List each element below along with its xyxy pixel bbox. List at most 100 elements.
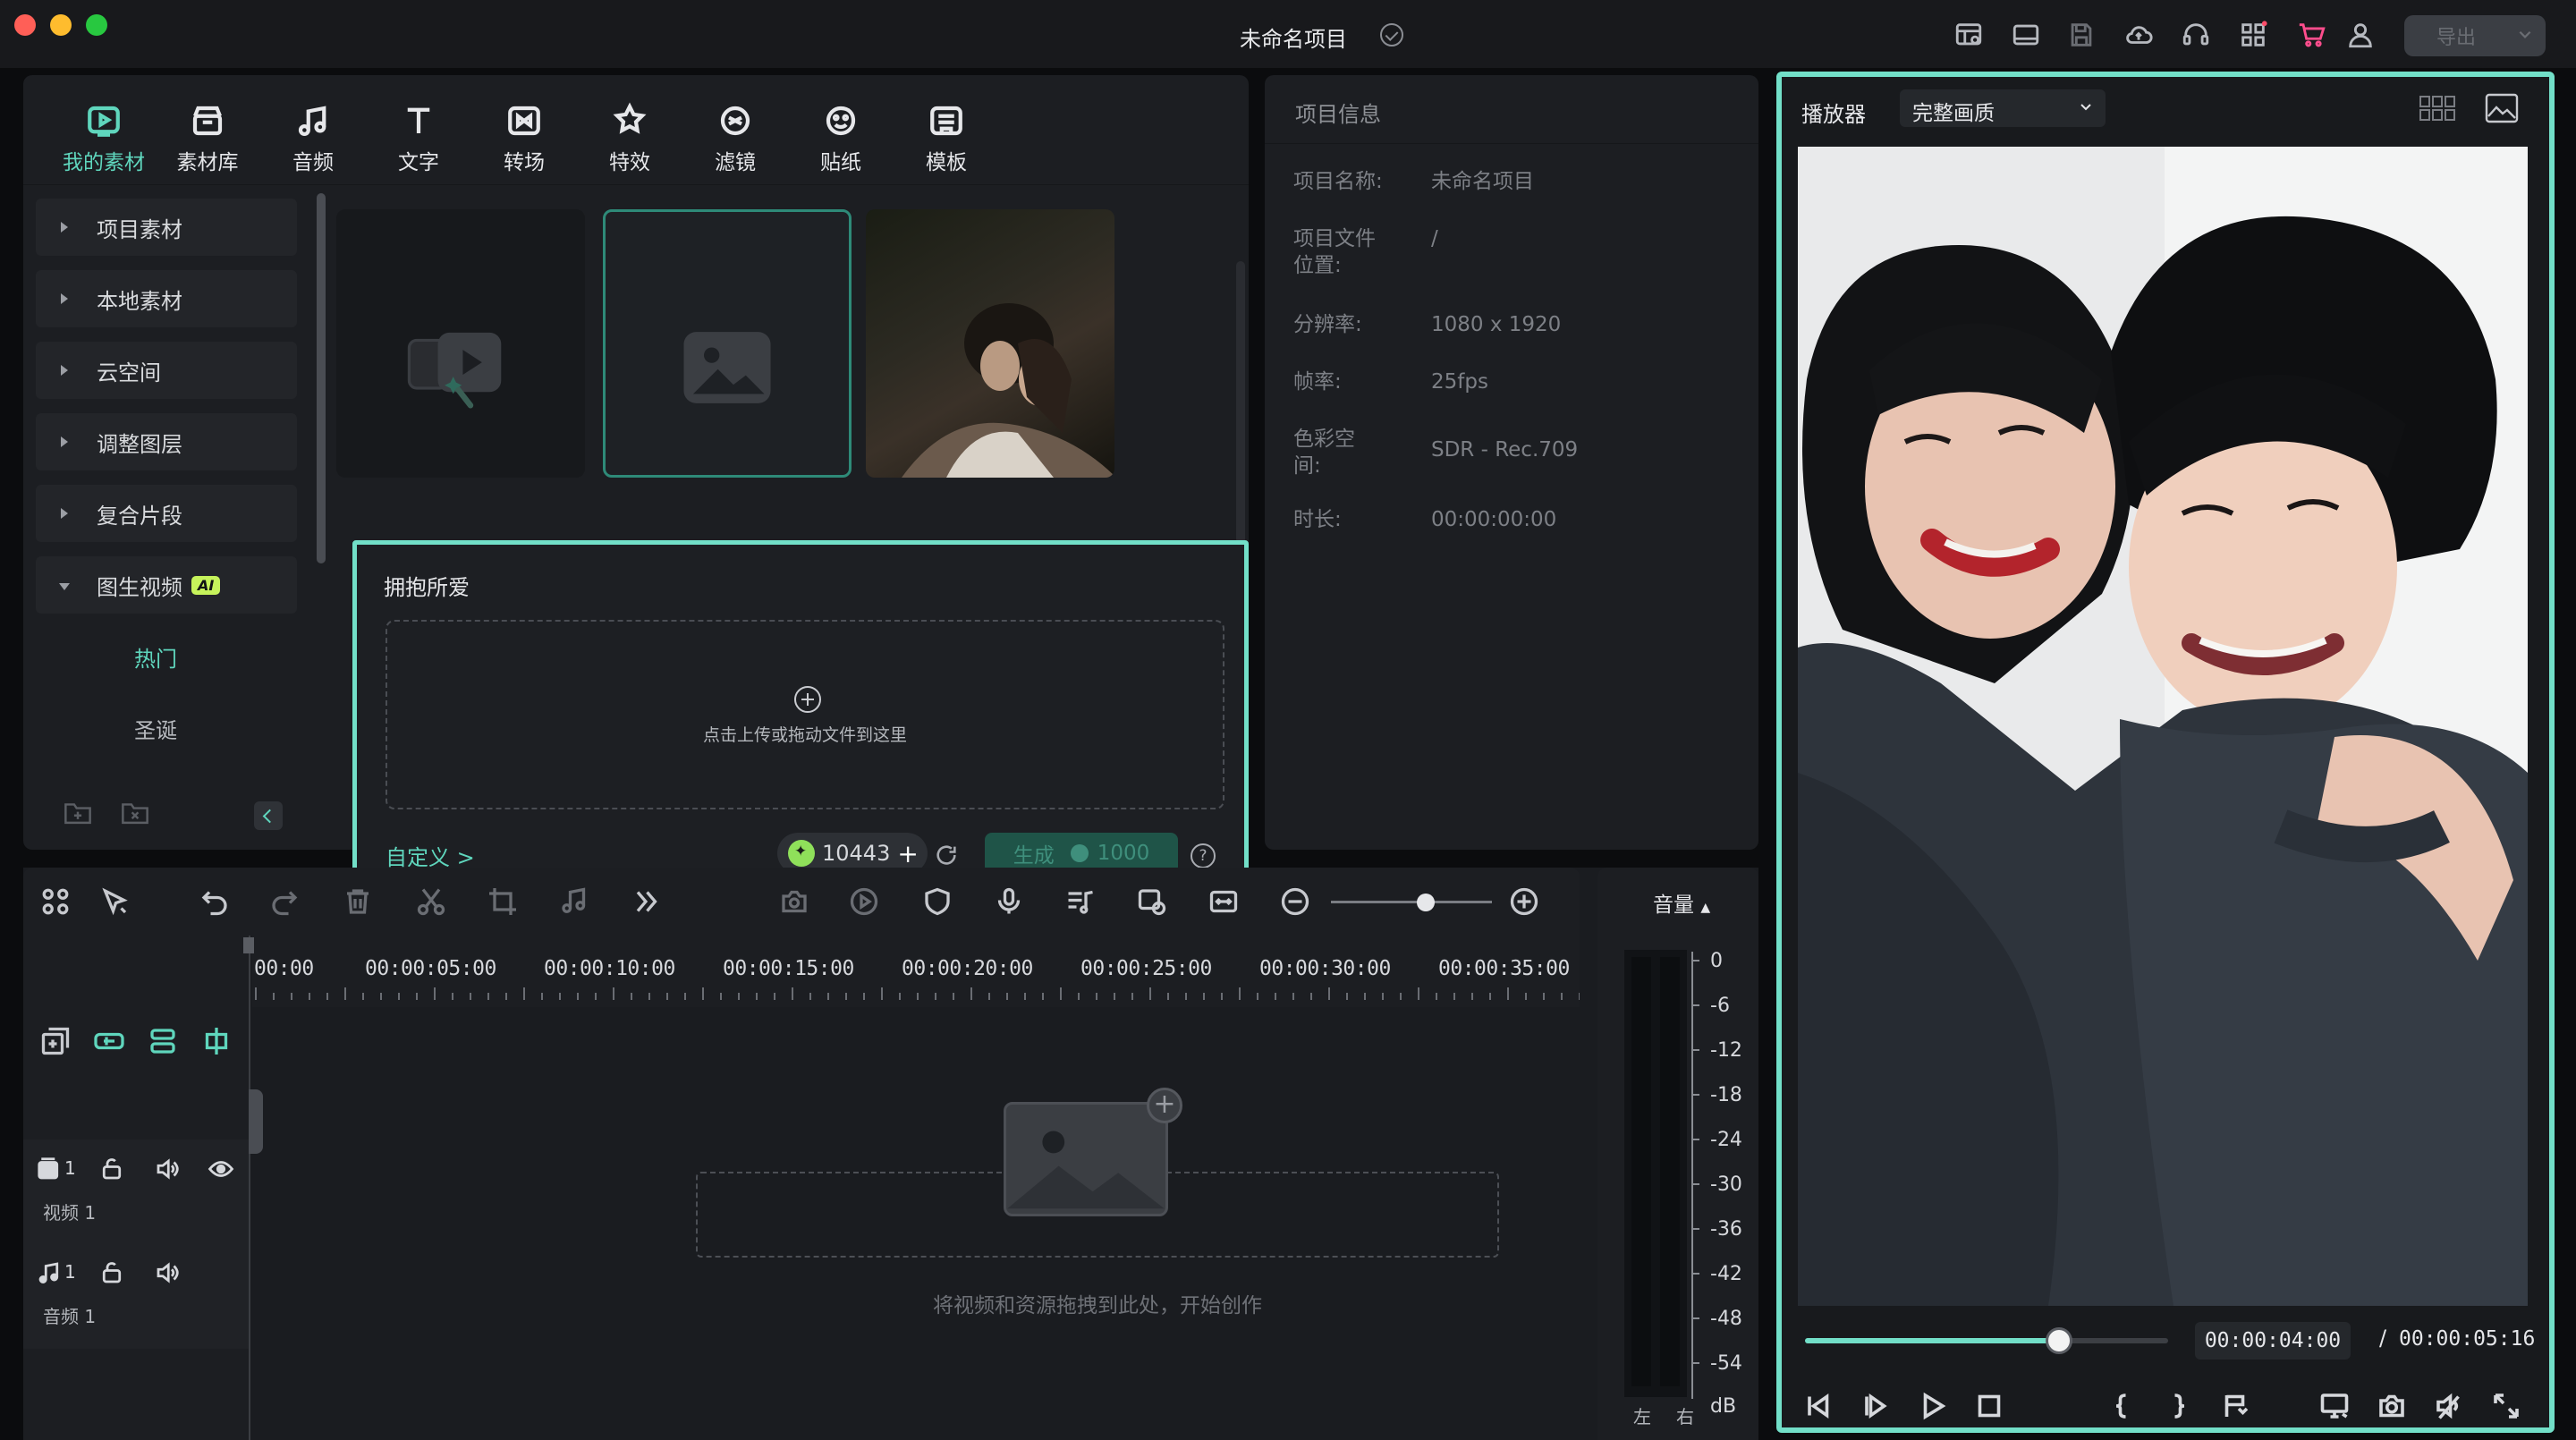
tab-effects[interactable]: 特效	[585, 102, 674, 174]
layout-panels-icon[interactable]	[1953, 20, 1984, 50]
volume-icon[interactable]	[154, 1156, 181, 1182]
marker-button[interactable]	[2220, 1390, 2252, 1422]
playhead-marker[interactable]	[243, 937, 254, 953]
audio-edit-button[interactable]	[558, 885, 590, 918]
delete-folder-icon[interactable]	[120, 800, 150, 826]
category-local-media[interactable]: 本地素材	[36, 270, 297, 327]
grid-view-icon[interactable]	[2419, 95, 2456, 122]
zoom-slider-knob[interactable]	[1417, 894, 1435, 911]
ai-generate-thumbnail[interactable]	[336, 209, 585, 478]
ruler-label: 00:00:10:00	[544, 957, 675, 980]
progress-knob[interactable]	[2046, 1327, 2073, 1354]
select-tool-button[interactable]	[98, 885, 131, 918]
playback-tool-button[interactable]	[848, 885, 880, 918]
audio-mixer-button[interactable]	[1064, 885, 1097, 918]
refresh-icon[interactable]	[934, 843, 959, 868]
tab-template[interactable]: 模板	[902, 102, 991, 174]
custom-link[interactable]: 自定义 >	[386, 840, 475, 871]
image-placeholder-thumbnail[interactable]	[603, 209, 852, 478]
stop-icon	[1978, 1394, 2001, 1418]
collapse-sidebar-button[interactable]	[254, 801, 283, 830]
add-track-button[interactable]	[39, 1025, 72, 1057]
cloud-icon[interactable]	[2123, 20, 2154, 50]
track-resize-handle[interactable]	[249, 1089, 263, 1154]
mark-out-button[interactable]	[2163, 1390, 2195, 1422]
window-minimize-button[interactable]	[50, 14, 72, 36]
playhead-line[interactable]	[249, 936, 250, 1440]
lock-icon[interactable]	[98, 1156, 125, 1182]
db-unit: dB	[1710, 1395, 1737, 1418]
tab-my-media[interactable]: 我的素材	[59, 102, 148, 174]
window-icon[interactable]	[2011, 20, 2041, 50]
more-tools-button[interactable]	[630, 885, 662, 918]
export-button[interactable]: 导出	[2404, 15, 2546, 56]
snapshot-view-icon[interactable]	[2485, 93, 2519, 123]
snapshot-button[interactable]	[2376, 1390, 2408, 1422]
quality-select[interactable]: 完整画质	[1900, 89, 2106, 127]
previous-frame-button[interactable]	[1801, 1390, 1834, 1422]
media-scrollbar[interactable]	[1236, 261, 1245, 544]
couple-photo-thumbnail[interactable]	[866, 209, 1114, 478]
help-icon[interactable]: ?	[1191, 843, 1216, 868]
window-maximize-button[interactable]	[86, 14, 107, 36]
category-scrollbar[interactable]	[317, 193, 326, 563]
tab-label: 文字	[398, 151, 439, 174]
new-folder-icon[interactable]	[63, 800, 93, 826]
current-time[interactable]: 00:00:04:00	[2195, 1322, 2351, 1360]
undo-button[interactable]	[199, 885, 231, 918]
zoom-slider[interactable]	[1331, 901, 1492, 903]
eye-icon[interactable]	[208, 1156, 234, 1182]
apps-icon[interactable]	[2238, 20, 2268, 50]
lock-icon[interactable]	[98, 1259, 125, 1286]
subcategory-christmas[interactable]: 圣诞	[36, 699, 297, 757]
display-button[interactable]	[2318, 1390, 2351, 1422]
cart-icon[interactable]	[2297, 20, 2327, 50]
split-button[interactable]	[415, 885, 447, 918]
save-icon[interactable]	[2066, 20, 2097, 50]
tab-filter[interactable]: 滤镜	[691, 102, 780, 174]
channel-left-label: 左	[1633, 1406, 1651, 1427]
link-button[interactable]	[93, 1025, 125, 1057]
redo-button[interactable]	[268, 885, 301, 918]
shield-button[interactable]	[921, 885, 953, 918]
play-button[interactable]	[1916, 1390, 1948, 1422]
category-compound-clip[interactable]: 复合片段	[36, 485, 297, 542]
fit-width-button[interactable]	[1208, 885, 1240, 918]
crop-button[interactable]	[487, 885, 519, 918]
fullscreen-button[interactable]	[2490, 1390, 2522, 1422]
user-icon[interactable]	[2345, 20, 2376, 50]
record-voice-button[interactable]	[993, 885, 1025, 918]
snap-button[interactable]	[200, 1025, 233, 1057]
tab-label: 特效	[609, 151, 650, 174]
volume-icon[interactable]	[154, 1259, 181, 1286]
mute-button[interactable]	[2433, 1390, 2465, 1422]
window-close-button[interactable]	[14, 14, 36, 36]
layout-grid-button[interactable]	[39, 885, 72, 918]
category-image-to-video[interactable]: 图生视频 AI	[36, 556, 297, 614]
headset-icon[interactable]	[2181, 20, 2211, 50]
tab-text[interactable]: 文字	[374, 102, 463, 174]
category-project-media[interactable]: 项目素材	[36, 199, 297, 256]
video-preview[interactable]	[1798, 147, 2528, 1306]
db-label: -36	[1710, 1218, 1742, 1241]
zoom-in-button[interactable]	[1508, 885, 1540, 918]
volume-label[interactable]: 音量 ▲	[1653, 887, 1710, 918]
mark-in-button[interactable]	[2106, 1390, 2138, 1422]
stop-button[interactable]	[1973, 1390, 2005, 1422]
tab-audio[interactable]: 音频	[268, 102, 358, 174]
category-cloud[interactable]: 云空间	[36, 342, 297, 399]
delete-button[interactable]	[342, 885, 374, 918]
keyframe-button[interactable]	[1136, 885, 1168, 918]
tab-sticker[interactable]: 贴纸	[796, 102, 886, 174]
zoom-out-button[interactable]	[1279, 885, 1311, 918]
tab-library[interactable]: 素材库	[163, 102, 252, 174]
tab-transition[interactable]: 转场	[479, 102, 569, 174]
category-adjustment-layer[interactable]: 调整图层	[36, 413, 297, 470]
track-manage-button[interactable]	[147, 1025, 179, 1057]
next-frame-button[interactable]	[1859, 1390, 1891, 1422]
subcategory-hot[interactable]: 热门	[36, 628, 297, 685]
ai-camera-button[interactable]	[778, 885, 810, 918]
upload-dropzone[interactable]: 点击上传或拖动文件到这里	[386, 620, 1224, 809]
add-circle-icon	[794, 686, 821, 713]
playback-progress-bar[interactable]	[1805, 1327, 2168, 1354]
